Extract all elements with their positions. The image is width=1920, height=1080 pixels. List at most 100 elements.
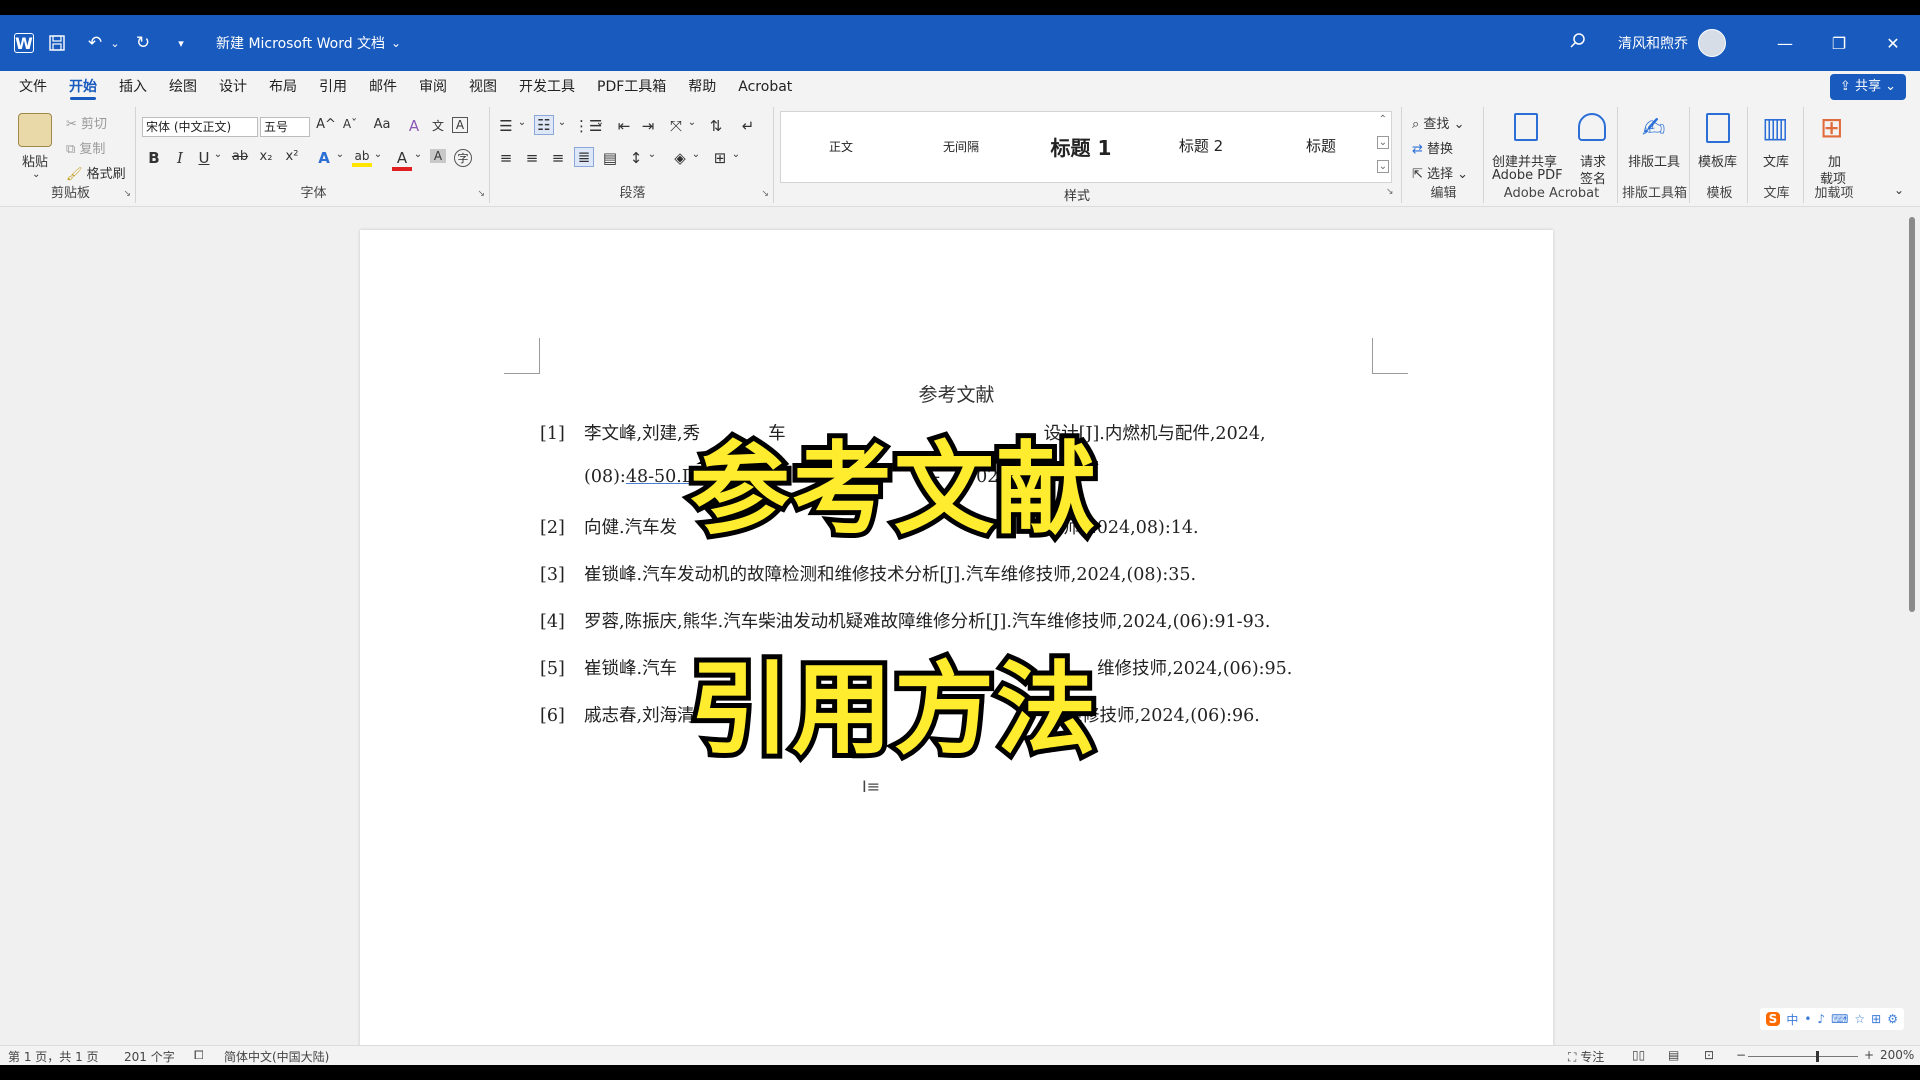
strikethrough-icon[interactable]: ab	[230, 149, 250, 164]
sogou-logo-icon[interactable]: S	[1765, 1012, 1781, 1026]
tab-mailings[interactable]: 邮件	[358, 71, 408, 103]
tab-file[interactable]: 文件	[8, 71, 58, 103]
zoom-in-icon[interactable]: +	[1864, 1048, 1874, 1062]
undo-dropdown-icon[interactable]: ⌄	[110, 28, 120, 58]
find-button[interactable]: ⌕ 查找 ⌄	[1412, 113, 1464, 132]
library-button-label[interactable]: 文库	[1763, 151, 1789, 170]
character-border-icon[interactable]: A	[452, 117, 468, 133]
share-button[interactable]: ⇪ 共享 ⌄	[1829, 74, 1906, 100]
font-name-select[interactable]: 宋体 (中文正文)	[142, 117, 258, 137]
ime-toolbox-icon[interactable]: ⊞	[1871, 1012, 1881, 1026]
format-painter-button[interactable]: 🖌 格式刷	[66, 163, 126, 182]
font-size-select[interactable]: 五号	[260, 117, 310, 137]
library-icon[interactable]: ▥	[1762, 111, 1788, 144]
zoom-slider-knob[interactable]	[1816, 1051, 1819, 1062]
search-icon[interactable]	[1558, 32, 1598, 55]
document-title[interactable]: 新建 Microsoft Word 文档 ⌄	[216, 33, 401, 53]
request-signature-icon[interactable]	[1578, 113, 1606, 141]
reference-link[interactable]: 48-50.D	[626, 467, 696, 487]
language-indicator[interactable]: 简体中文(中国大陆)	[224, 1048, 329, 1065]
align-left-icon[interactable]: ≡	[496, 149, 516, 167]
align-center-icon[interactable]: ≡	[522, 149, 542, 167]
show-marks-icon[interactable]: ↵	[738, 117, 758, 135]
avatar[interactable]	[1698, 29, 1726, 57]
bold-icon[interactable]: B	[144, 149, 164, 167]
styles-more-icon[interactable]: ⌄	[1377, 160, 1389, 173]
page-count[interactable]: 第 1 页，共 1 页	[8, 1048, 99, 1065]
template-library-icon[interactable]	[1706, 113, 1730, 143]
character-shading-icon[interactable]: A	[430, 149, 446, 163]
multilevel-dropdown-icon[interactable]: ⌄	[590, 117, 610, 128]
shrink-font-icon[interactable]: Aˇ	[340, 117, 360, 131]
grow-font-icon[interactable]: A^	[316, 117, 336, 132]
ime-keyboard-icon[interactable]: ⌨	[1831, 1012, 1848, 1026]
superscript-icon[interactable]: x²	[282, 149, 302, 164]
user-name[interactable]: 清风和煦乔	[1618, 33, 1688, 53]
style-heading-1[interactable]: 标题 1	[1021, 132, 1141, 161]
ime-toolbar[interactable]: S 中 • ♪ ⌨ ☆ ⊞ ⚙	[1759, 1008, 1904, 1030]
style-normal[interactable]: 正文	[781, 138, 901, 155]
request-signature-label-2[interactable]: 签名	[1580, 168, 1606, 187]
zoom-level[interactable]: 200%	[1880, 1048, 1914, 1062]
tab-help[interactable]: 帮助	[677, 71, 727, 103]
tab-references[interactable]: 引用	[308, 71, 358, 103]
clear-format-icon[interactable]: A	[404, 117, 424, 135]
tab-insert[interactable]: 插入	[108, 71, 158, 103]
restore-icon[interactable]: ❐	[1812, 34, 1866, 53]
tab-design[interactable]: 设计	[208, 71, 258, 103]
tab-draw[interactable]: 绘图	[158, 71, 208, 103]
create-pdf-label-2[interactable]: Adobe PDF	[1492, 168, 1563, 183]
tab-review[interactable]: 审阅	[408, 71, 458, 103]
chinese-layout-dropdown-icon[interactable]: ⌄	[682, 117, 702, 128]
tab-acrobat[interactable]: Acrobat	[727, 71, 803, 103]
addins-icon[interactable]: ⊞	[1820, 111, 1843, 144]
text-effects-dropdown-icon[interactable]: ⌄	[330, 149, 350, 160]
tab-developer[interactable]: 开发工具	[508, 71, 586, 103]
undo-icon[interactable]: ↶	[80, 28, 110, 58]
phonetic-guide-icon[interactable]: 文	[428, 117, 448, 134]
tab-home[interactable]: 开始	[58, 71, 108, 103]
font-launcher-icon[interactable]: ↘	[477, 189, 485, 199]
numbering-dropdown-icon[interactable]: ⌄	[552, 117, 572, 128]
collapse-ribbon-icon[interactable]: ⌄	[1894, 183, 1904, 197]
copy-button[interactable]: ⧉ 复制	[66, 138, 105, 157]
italic-icon[interactable]: I	[170, 149, 190, 167]
ime-skin-icon[interactable]: ☆	[1854, 1012, 1865, 1026]
enclose-characters-icon[interactable]: 字	[454, 149, 472, 167]
decrease-indent-icon[interactable]: ⇤	[614, 117, 634, 135]
ime-mode-chinese[interactable]: 中	[1786, 1011, 1798, 1028]
tab-pdf-toolbox[interactable]: PDF工具箱	[586, 71, 677, 103]
vertical-scrollbar[interactable]	[1906, 207, 1920, 1045]
style-no-spacing[interactable]: 无间隔	[901, 138, 1021, 155]
style-title[interactable]: 标题	[1261, 135, 1381, 156]
paragraph-launcher-icon[interactable]: ↘	[761, 189, 769, 199]
zoom-out-icon[interactable]: −	[1736, 1048, 1746, 1062]
styles-scroll-down-icon[interactable]: ⌄	[1377, 136, 1389, 149]
bullets-dropdown-icon[interactable]: ⌄	[512, 117, 532, 128]
ime-voice-icon[interactable]: ♪	[1817, 1012, 1825, 1026]
highlight-dropdown-icon[interactable]: ⌄	[368, 149, 388, 160]
cut-button[interactable]: ✂ 剪切	[66, 113, 107, 132]
ime-settings-icon[interactable]: ⚙	[1887, 1012, 1898, 1026]
tab-view[interactable]: 视图	[458, 71, 508, 103]
template-library-button-label[interactable]: 模板库	[1698, 151, 1737, 170]
ime-punctuation-icon[interactable]: •	[1804, 1012, 1811, 1026]
tab-layout[interactable]: 布局	[258, 71, 308, 103]
word-count[interactable]: 201 个字	[124, 1048, 175, 1065]
underline-dropdown-icon[interactable]: ⌄	[208, 149, 228, 160]
sort-icon[interactable]: ⇅	[706, 117, 726, 135]
web-layout-icon[interactable]: ⊡	[1704, 1048, 1714, 1062]
justify-icon[interactable]: ≣	[574, 147, 594, 167]
style-heading-2[interactable]: 标题 2	[1141, 135, 1261, 156]
align-right-icon[interactable]: ≡	[548, 149, 568, 167]
change-case-icon[interactable]: Aa	[368, 117, 396, 132]
redo-icon[interactable]: ↻	[128, 28, 158, 58]
font-color-dropdown-icon[interactable]: ⌄	[408, 149, 428, 160]
replace-button[interactable]: ⇄ 替换	[1412, 138, 1453, 157]
increase-indent-icon[interactable]: ⇥	[638, 117, 658, 135]
read-mode-icon[interactable]: ▯▯	[1632, 1048, 1645, 1062]
save-icon[interactable]	[42, 28, 72, 58]
paste-button-label[interactable]: 粘贴	[22, 151, 48, 170]
print-layout-icon[interactable]: ▤	[1668, 1048, 1679, 1062]
layout-tools-button-label[interactable]: 排版工具	[1628, 151, 1680, 170]
